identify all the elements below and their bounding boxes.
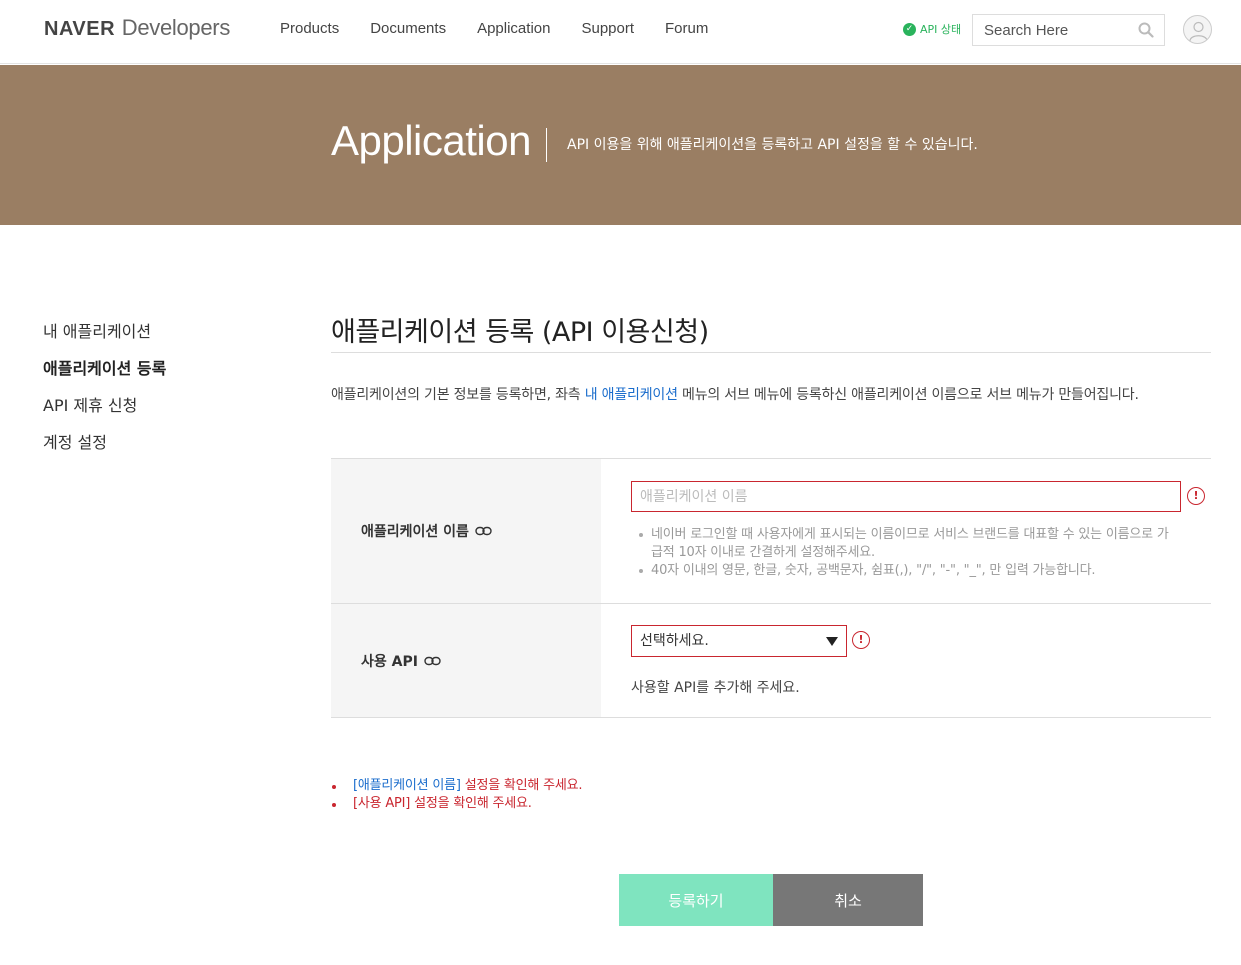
register-button[interactable]: 등록하기: [619, 874, 773, 926]
check-circle-icon: ✓: [903, 22, 916, 36]
sidebar-item-register-application[interactable]: 애플리케이션 등록: [43, 355, 166, 392]
form-row-app-name: 애플리케이션 이름 ! 네이버 로그인할 때 사용자에게 표시되는 이름이므로 …: [331, 459, 1211, 604]
naver-developers-logo[interactable]: NAVER Developers: [44, 15, 230, 41]
app-name-input[interactable]: [631, 481, 1181, 512]
error-alert-icon: !: [852, 631, 870, 649]
app-name-field: ! 네이버 로그인할 때 사용자에게 표시되는 이름이므로 서비스 브랜드를 대…: [601, 459, 1211, 603]
nav-application[interactable]: Application: [477, 20, 550, 37]
error-field-link[interactable]: [사용 API]: [353, 796, 410, 811]
my-applications-link[interactable]: 내 애플리케이션: [585, 387, 678, 403]
api-label-text: 사용 API: [361, 653, 418, 670]
sidebar-menu: 내 애플리케이션 애플리케이션 등록 API 제휴 신청 계정 설정: [43, 318, 166, 466]
top-navigation-bar: NAVER Developers Products Documents Appl…: [0, 0, 1241, 64]
api-status-label: API 상태: [920, 23, 962, 36]
app-name-label: 애플리케이션 이름: [331, 459, 601, 603]
error-message: 설정을 확인해 주세요.: [460, 778, 583, 793]
validation-errors: [애플리케이션 이름] 설정을 확인해 주세요. [사용 API] 설정을 확인…: [331, 777, 583, 813]
error-alert-icon: !: [1187, 487, 1205, 505]
anchor-link-icon[interactable]: [424, 656, 441, 666]
hero-banner: Application API 이용을 위해 애플리케이션을 등록하고 API …: [0, 65, 1241, 225]
error-item: [애플리케이션 이름] 설정을 확인해 주세요.: [331, 777, 583, 795]
api-note: 사용할 API를 추가해 주세요.: [631, 680, 800, 696]
intro-text-before: 애플리케이션의 기본 정보를 등록하면, 좌측: [331, 387, 585, 403]
sidebar-item-api-partnership[interactable]: API 제휴 신청: [43, 392, 166, 429]
sidebar-item-account-settings[interactable]: 계정 설정: [43, 429, 166, 466]
nav-support[interactable]: Support: [581, 20, 634, 37]
api-status-link[interactable]: ✓ API 상태: [903, 21, 961, 37]
api-label: 사용 API: [331, 604, 601, 717]
registration-form: 애플리케이션 이름 ! 네이버 로그인할 때 사용자에게 표시되는 이름이므로 …: [331, 458, 1211, 718]
anchor-link-icon[interactable]: [475, 526, 492, 536]
sidebar-item-my-applications[interactable]: 내 애플리케이션: [43, 318, 166, 355]
app-name-label-text: 애플리케이션 이름: [361, 524, 469, 540]
user-avatar-icon[interactable]: [1183, 15, 1212, 44]
search-input[interactable]: [973, 15, 1133, 45]
logo-developers-text: Developers: [121, 15, 231, 40]
hint-item: 네이버 로그인할 때 사용자에게 표시되는 이름이므로 서비스 브랜드를 대표할…: [637, 526, 1177, 562]
nav-forum[interactable]: Forum: [665, 20, 708, 37]
dropdown-arrow-icon: [826, 637, 838, 646]
api-select[interactable]: 선택하세요.: [631, 625, 847, 657]
cancel-button[interactable]: 취소: [773, 874, 923, 926]
error-message: 설정을 확인해 주세요.: [410, 796, 532, 811]
logo-naver-text: NAVER: [44, 18, 116, 40]
error-item: [사용 API] 설정을 확인해 주세요.: [331, 795, 582, 813]
app-name-hints: 네이버 로그인할 때 사용자에게 표시되는 이름이므로 서비스 브랜드를 대표할…: [637, 526, 1177, 580]
search-icon[interactable]: [1138, 22, 1154, 38]
hero-description: API 이용을 위해 애플리케이션을 등록하고 API 설정을 할 수 있습니다…: [567, 137, 978, 153]
hero-divider: [546, 128, 547, 162]
search-box: [972, 14, 1165, 46]
intro-text: 애플리케이션의 기본 정보를 등록하면, 좌측 내 애플리케이션 메뉴의 서브 …: [331, 381, 1211, 409]
api-select-value: 선택하세요.: [640, 633, 709, 649]
hero-title: Application: [331, 117, 531, 164]
nav-documents[interactable]: Documents: [370, 20, 446, 37]
main-nav: Products Documents Application Support F…: [280, 20, 739, 37]
main-content: 애플리케이션 등록 (API 이용신청) 애플리케이션의 기본 정보를 등록하면…: [331, 310, 1211, 718]
error-field-link[interactable]: [애플리케이션 이름]: [353, 778, 461, 793]
nav-products[interactable]: Products: [280, 20, 339, 37]
intro-text-after: 메뉴의 서브 메뉴에 등록하신 애플리케이션 이름으로 서브 메뉴가 만들어집니…: [677, 387, 1139, 403]
api-field: 선택하세요. ! 사용할 API를 추가해 주세요.: [601, 604, 1211, 717]
hint-item: 40자 이내의 영문, 한글, 숫자, 공백문자, 쉼표(,), "/", "-…: [637, 562, 1177, 580]
form-row-api: 사용 API 선택하세요. ! 사용할 API를 추가해 주세요.: [331, 604, 1211, 718]
page-title: 애플리케이션 등록 (API 이용신청): [331, 310, 1211, 353]
